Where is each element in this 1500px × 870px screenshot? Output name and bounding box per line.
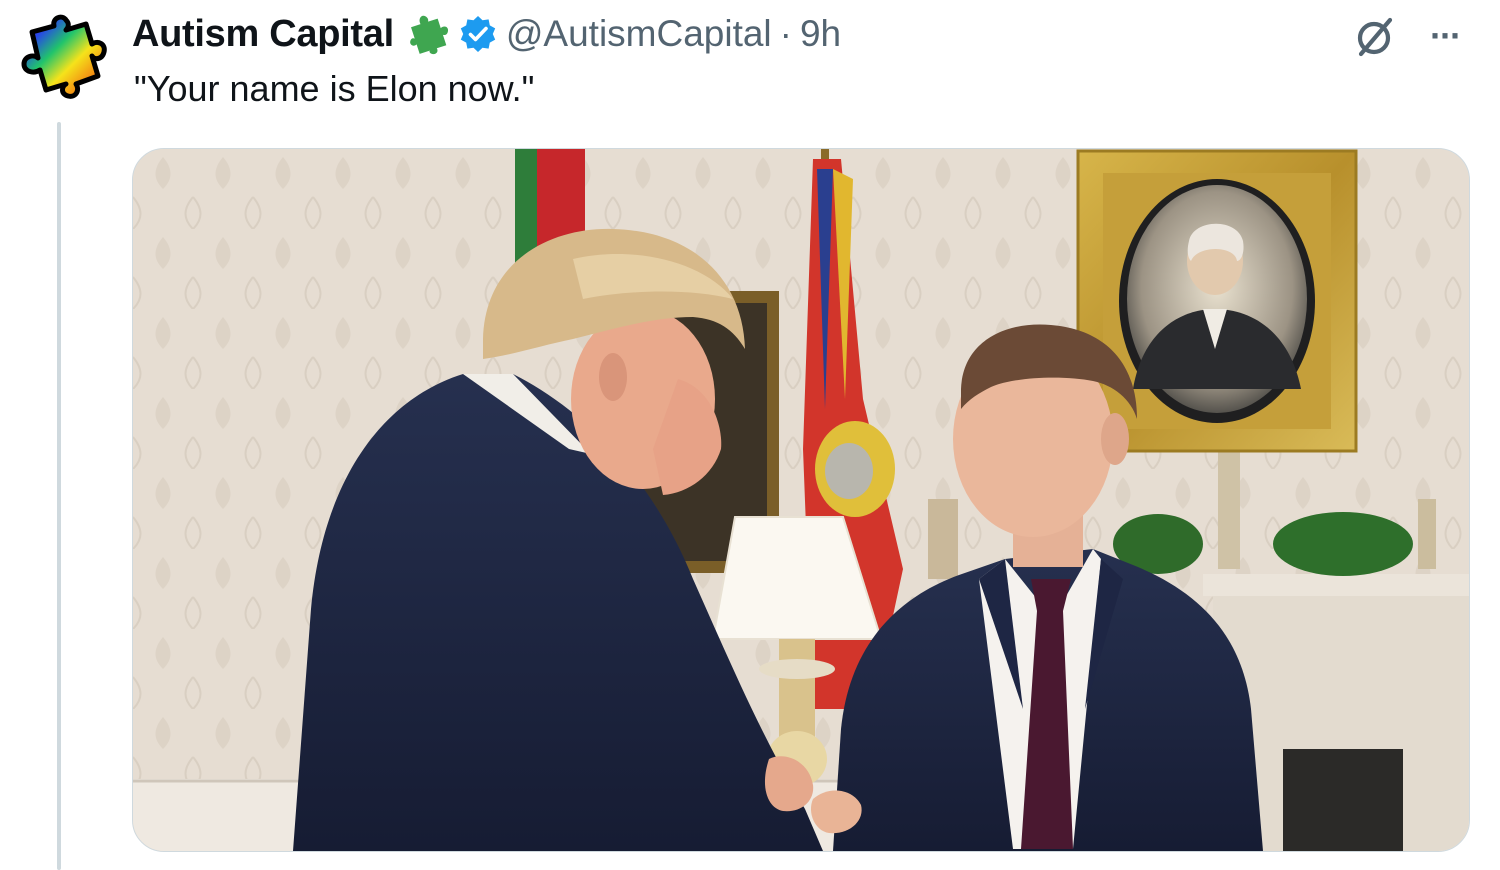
verified-badge-icon[interactable] [458,14,498,54]
avatar[interactable] [10,14,110,104]
tweet-media-image[interactable] [132,148,1470,852]
handle[interactable]: @AutismCapital [506,13,772,55]
tweet-card[interactable]: Autism Capital @AutismCapital · 9h ··· "… [0,0,1500,870]
puzzle-avatar-icon [21,14,107,99]
separator: · [779,13,792,54]
more-options-icon[interactable]: ··· [1420,15,1470,56]
display-name[interactable]: Autism Capital [132,13,394,56]
tweet-text: "Your name is Elon now." [134,68,535,109]
photo-illustration [133,149,1469,851]
thread-line [57,122,61,870]
timestamp[interactable]: 9h [800,13,841,55]
grok-icon[interactable] [1352,14,1398,60]
affiliate-badge-icon[interactable] [406,12,452,56]
tweet-header: Autism Capital @AutismCapital · 9h [132,10,841,58]
